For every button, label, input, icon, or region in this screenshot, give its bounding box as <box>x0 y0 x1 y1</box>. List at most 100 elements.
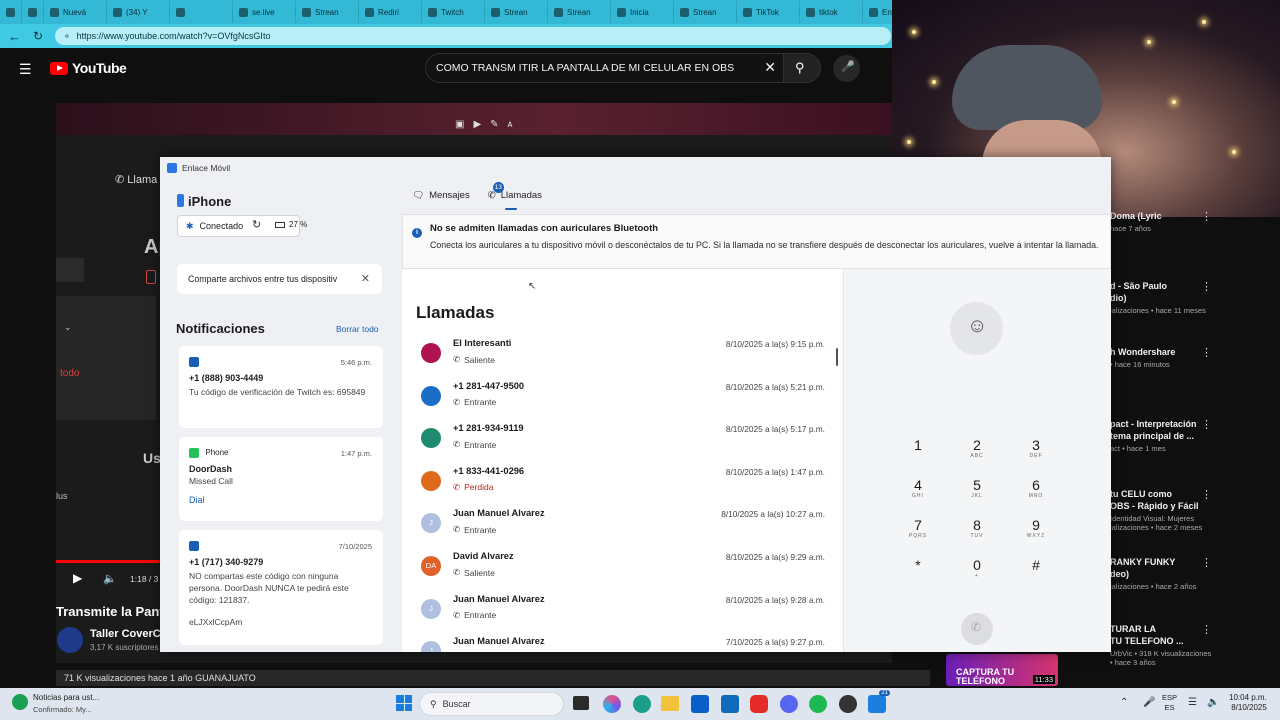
browser-tab[interactable]: Rediri <box>359 1 422 23</box>
tab-calls[interactable]: ✆ 13 Llamadas <box>488 182 542 201</box>
reload-icon[interactable]: ↻ <box>33 29 43 43</box>
url-field[interactable]: ⚬ https://www.youtube.com/watch?v=OVfgNc… <box>55 27 892 45</box>
dial-button[interactable]: Dial <box>189 495 373 505</box>
edit-icon[interactable]: ✎ <box>490 119 498 130</box>
suggestion-item[interactable]: pact - Interpretación tema principal de … <box>1110 418 1280 453</box>
dialpad-key[interactable]: 0 + <box>957 557 997 579</box>
more-options-icon[interactable]: ⋮ <box>1201 210 1212 223</box>
dialpad-key[interactable]: 6 MNO <box>1016 477 1056 499</box>
chevron-up-icon[interactable]: ⌃ <box>1120 697 1128 708</box>
suggestion-item[interactable]: d - São Paulo dio) ializaciones • hace 11… <box>1110 280 1280 315</box>
browser-tab[interactable]: Encué <box>863 1 892 23</box>
obs-icon[interactable] <box>839 695 857 713</box>
notification-card[interactable]: 5:46 p.m. +1 (888) 903-4449 Tu código de… <box>179 346 383 428</box>
call-row[interactable]: El Interesanti ✆ Saliente 8/10/2025 a la(s)… <box>402 333 843 375</box>
voice-search-button[interactable]: 🎤 <box>833 55 860 82</box>
more-options-icon[interactable]: ⋮ <box>1201 346 1212 359</box>
spotify-icon[interactable] <box>809 695 827 713</box>
more-options-icon[interactable]: ⋮ <box>1201 623 1212 636</box>
more-options-icon[interactable]: ⋮ <box>1201 556 1212 569</box>
more-options-icon[interactable]: ⋮ <box>1201 280 1212 293</box>
call-row[interactable]: DA David Alvarez ✆ Saliente 8/10/2025 a la(s… <box>402 546 843 588</box>
suggestion-thumbnail[interactable]: CAPTURA TU TELÉFONO 11:33 <box>946 654 1058 686</box>
phone-link-taskbar-icon[interactable]: 21 <box>868 690 890 713</box>
play-icon[interactable]: ▶ <box>73 571 82 585</box>
taskbar-search[interactable]: ⚲ Buscar <box>419 692 564 716</box>
window-titlebar[interactable]: Enlace Móvil <box>160 157 1111 179</box>
screenshot-icon[interactable]: ▣ <box>455 119 464 130</box>
volume-icon[interactable]: 🔈 <box>103 572 117 585</box>
channel-name[interactable]: Taller CoverCa <box>90 628 167 640</box>
browser-tab[interactable]: Strean <box>548 1 611 23</box>
chevron-down-icon[interactable]: ⌄ <box>64 322 72 333</box>
suggestion-item[interactable]: TURAR LA TU TELEFONO ... UrbVic • 318 K v… <box>1110 623 1280 667</box>
share-files-banner[interactable]: Comparte archivos entre tus dispositiv ✕ <box>177 264 382 294</box>
task-view-icon[interactable] <box>573 696 589 710</box>
tab-actions-icon[interactable] <box>0 1 22 23</box>
search-input[interactable]: COMO TRANSM ITIR LA PANTALLA DE MI CELUL… <box>425 53 789 83</box>
language-indicator[interactable]: ESP ES <box>1162 693 1177 713</box>
record-icon[interactable]: ▶ <box>473 119 481 130</box>
news-widget-icon[interactable] <box>12 694 28 710</box>
browser-tab[interactable]: Strean <box>296 1 359 23</box>
dialpad-key[interactable]: 4 GHI <box>898 477 938 499</box>
video-description[interactable]: 71 K visualizaciones hace 1 año GUANAJUA… <box>56 670 930 686</box>
site-info-icon[interactable]: ⚬ <box>63 31 71 42</box>
notification-card[interactable]: Phone 1:47 p.m. DoorDash Missed Call Dia… <box>179 437 383 521</box>
refresh-icon[interactable]: ↻ <box>252 218 261 231</box>
more-options-icon[interactable]: ⋮ <box>1201 488 1212 501</box>
browser-tab[interactable] <box>170 1 233 23</box>
mic-tray-icon[interactable]: 🎤 <box>1143 697 1155 708</box>
suggestion-item[interactable]: Doma (Lyric hace 7 años ⋮ <box>1110 210 1280 233</box>
channel-avatar[interactable] <box>57 627 83 653</box>
dialpad-key[interactable]: 1 <box>898 437 938 453</box>
notification-card[interactable]: 7/10/2025 +1 (717) 340-9279 NO compartas… <box>179 530 383 645</box>
browser-tab[interactable]: TikTok <box>737 1 800 23</box>
browser-tab[interactable]: Strean <box>485 1 548 23</box>
browser-tab[interactable]: tiktok <box>800 1 863 23</box>
dialpad-key[interactable]: 2 ABC <box>957 437 997 459</box>
menu-icon[interactable]: ☰ <box>19 61 32 78</box>
dialpad-key[interactable]: # <box>1016 557 1056 573</box>
dialpad-key[interactable]: 3 DEF <box>1016 437 1056 459</box>
youtube-app-icon[interactable] <box>750 695 768 713</box>
browser-tab[interactable]: Nuevá <box>44 1 107 23</box>
windows-start-icon[interactable] <box>396 695 412 711</box>
suggestion-item[interactable]: tu CELU como OBS - Rápido y Fácil Identid… <box>1110 488 1280 532</box>
outlook-icon[interactable] <box>721 695 739 713</box>
tab-messages[interactable]: 🗨 Mensajes <box>412 190 470 201</box>
translate-icon[interactable]: ᴀ <box>508 119 513 130</box>
suggestion-item[interactable]: h Wondershare • hace 16 minutos ⋮ <box>1110 346 1280 369</box>
suggestion-item[interactable]: RANKY FUNKY deo) ializaciones • hace 2 añ… <box>1110 556 1280 591</box>
call-row[interactable]: +1 281-934-9119 ✆ Entrante 8/10/2025 a la(s… <box>402 418 843 460</box>
copilot-icon[interactable] <box>603 695 621 713</box>
device-name[interactable]: iPhone <box>188 194 231 209</box>
dialpad-key[interactable]: 8 TUV <box>957 517 997 539</box>
clear-search-icon[interactable]: ✕ <box>764 59 776 76</box>
dialpad-key[interactable]: 5 JKL <box>957 477 997 499</box>
progress-bar[interactable] <box>56 560 161 563</box>
tab-list-icon[interactable] <box>22 1 44 23</box>
back-icon[interactable]: ← <box>8 29 21 44</box>
close-icon[interactable]: ✕ <box>361 272 370 285</box>
clear-all-button[interactable]: Borrar todo <box>336 324 379 334</box>
store-icon[interactable] <box>691 695 709 713</box>
browser-tab[interactable]: Inicia <box>611 1 674 23</box>
discord-icon[interactable] <box>780 695 798 713</box>
call-row[interactable]: JJuan Manuel Alvarez✆Entrante7/10/2025 a… <box>402 631 843 652</box>
browser-tab[interactable]: se.live <box>233 1 296 23</box>
call-button[interactable]: ✆ <box>961 613 993 645</box>
youtube-logo[interactable]: YouTube <box>50 60 127 76</box>
scrollbar[interactable] <box>836 348 838 366</box>
volume-tray-icon[interactable]: 🔈 <box>1207 697 1219 708</box>
call-row[interactable]: +1 281-447-9500 ✆ Entrante 8/10/2025 a la(s… <box>402 376 843 418</box>
call-row[interactable]: J Juan Manuel Alvarez ✆ Entrante 8/10/2025 a… <box>402 589 843 631</box>
browser-tab[interactable]: Twitch <box>422 1 485 23</box>
news-title[interactable]: Noticias para ust... <box>33 693 99 702</box>
clock[interactable]: 10:04 p.m. 8/10/2025 <box>1229 693 1267 713</box>
dialpad-key[interactable]: 7 PQRS <box>898 517 938 539</box>
dialpad-key[interactable]: * <box>898 557 938 573</box>
file-explorer-icon[interactable] <box>661 696 679 711</box>
browser-tab[interactable]: Strean <box>674 1 737 23</box>
dialpad-key[interactable]: 9 WXYZ <box>1016 517 1056 539</box>
